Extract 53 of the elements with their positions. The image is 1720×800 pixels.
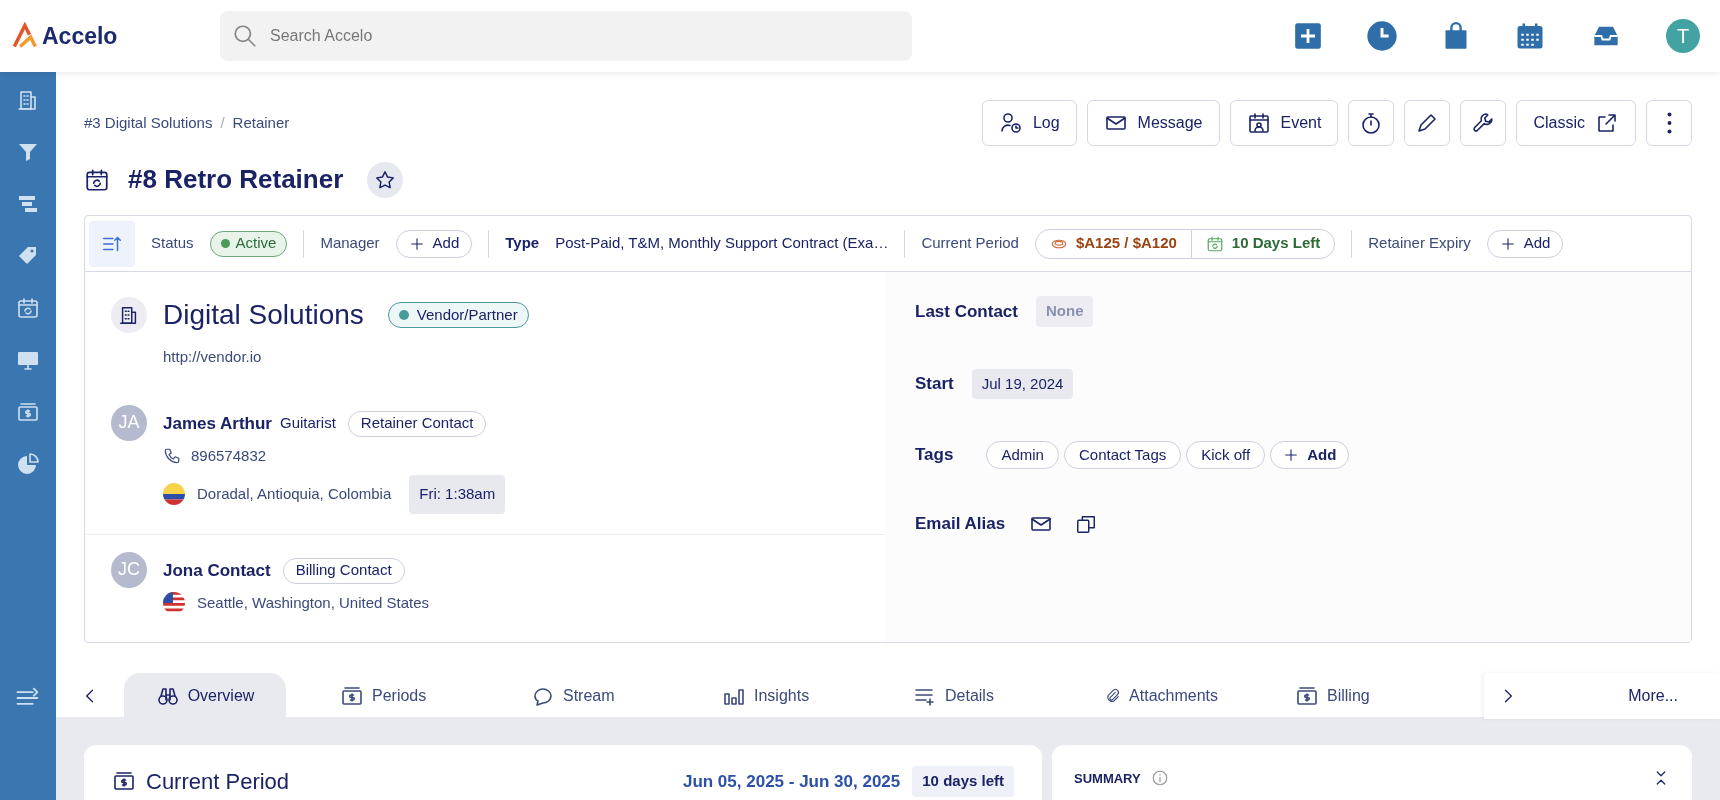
tab[interactable]: Details	[895, 673, 1045, 719]
field-label: Manager	[320, 233, 380, 254]
field-label: Tags	[915, 445, 954, 465]
company-name[interactable]: Digital Solutions	[163, 294, 364, 336]
card-title: SUMMARY	[1074, 770, 1141, 788]
company-type-badge: Vendor/Partner	[387, 302, 529, 328]
tag-chip[interactable]: Kick off	[1186, 441, 1266, 469]
tag-chip[interactable]: Admin	[986, 441, 1059, 469]
contact-avatar: JA	[111, 404, 147, 441]
status-badge[interactable]: Active	[209, 230, 288, 257]
tab[interactable]: Billing	[1277, 673, 1427, 719]
logo-text[interactable]: Accelo	[42, 18, 118, 54]
more-tabs-button[interactable]: More...	[1628, 684, 1678, 708]
field-label: Current Period	[921, 233, 1019, 254]
search-field[interactable]: Search Accelo	[220, 11, 912, 61]
days-left-badge: 10 days left	[912, 766, 1014, 797]
contact-phone[interactable]: 896574832	[191, 444, 267, 467]
tab[interactable]: Stream	[513, 673, 663, 719]
contact-name[interactable]: Jona Contact	[163, 557, 271, 584]
tab[interactable]: Insights	[704, 673, 854, 719]
breadcrumb-link[interactable]: #3 Digital Solutions	[84, 112, 213, 135]
action-button[interactable]: Message	[1086, 100, 1220, 146]
period-range: Jun 05, 2025 - Jun 30, 2025	[682, 771, 901, 793]
contact-location: Doradal, Antioquia, Colombia	[197, 484, 392, 504]
type-value: Post-Paid, T&M, Monthly Support Contract (Exa…	[555, 233, 889, 254]
local-time: Fri: 1:38am	[409, 475, 506, 514]
field-label: Start	[915, 373, 954, 395]
field-label: Last Contact	[915, 300, 1018, 323]
tab[interactable]: Overview	[124, 673, 286, 719]
action-button[interactable]: Event	[1229, 100, 1339, 146]
action-button[interactable]: Log	[981, 100, 1077, 146]
field-label: Email Alias	[915, 513, 1006, 535]
add-tag-button[interactable]: Add	[1270, 441, 1350, 469]
start-date[interactable]: Jul 19, 2024	[971, 368, 1074, 399]
contact-name[interactable]: James Arthur	[163, 410, 272, 437]
field-label: Retainer Expiry	[1368, 233, 1471, 254]
breadcrumb-link[interactable]: Retainer	[232, 112, 290, 135]
field-label: Type	[505, 233, 540, 254]
contact-location: Seattle, Washington, United States	[197, 592, 430, 613]
company-url[interactable]: http://vendor.io	[163, 346, 859, 369]
days-left: 10 Days Left	[1231, 233, 1321, 254]
last-contact-value: None	[1035, 296, 1094, 327]
tab[interactable]: Periods	[322, 673, 472, 719]
contact-avatar: JC	[111, 551, 147, 588]
page-title: #8 Retro Retainer	[128, 163, 344, 196]
action-button[interactable]: Classic	[1516, 100, 1636, 146]
field-label: Status	[151, 233, 194, 254]
tag-chip[interactable]: Contact Tags	[1063, 441, 1182, 469]
period-amount: $A125 / $A120	[1075, 233, 1177, 254]
contact-role: Guitarist	[279, 413, 336, 434]
tab[interactable]: Attachments	[1086, 673, 1236, 719]
card-title: Current Period	[146, 768, 290, 796]
breadcrumb-separator: /	[220, 113, 225, 133]
